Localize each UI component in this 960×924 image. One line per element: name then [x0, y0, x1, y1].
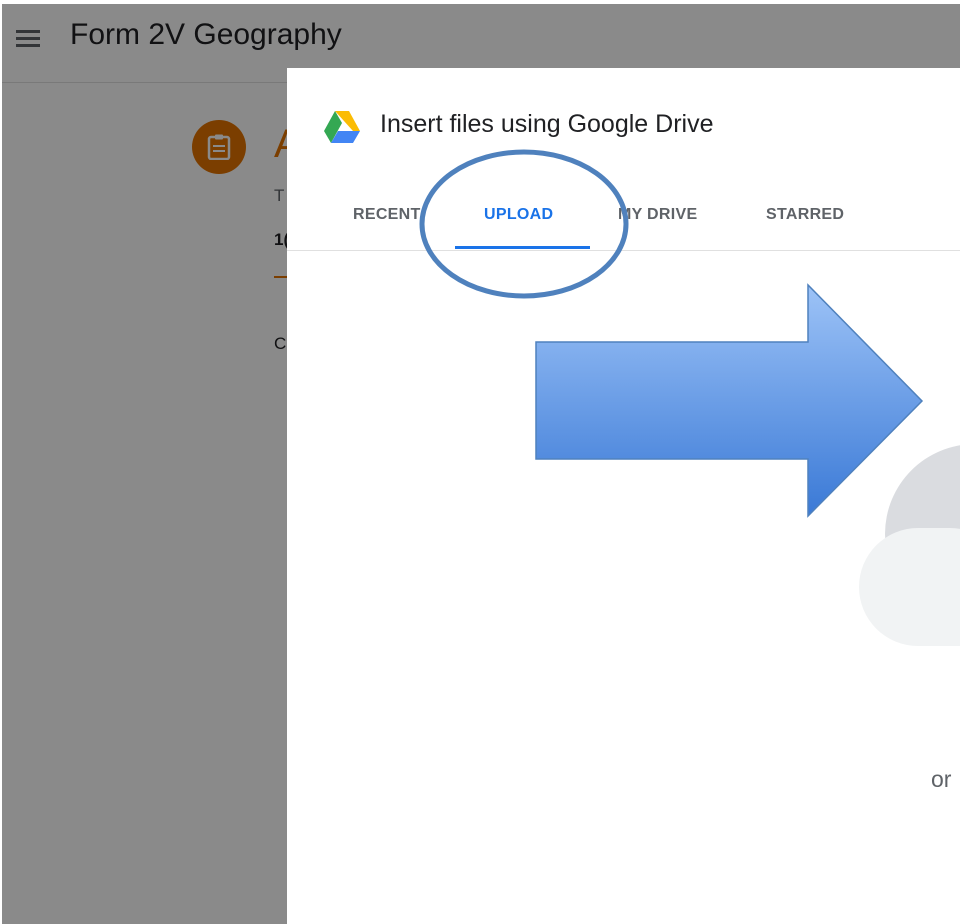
active-tab-indicator — [455, 246, 590, 249]
tab-recent[interactable]: RECENT — [353, 206, 421, 224]
dialog-tabs: RECENT UPLOAD MY DRIVE STARRED — [287, 188, 960, 251]
or-separator: or — [931, 766, 952, 792]
tab-starred[interactable]: STARRED — [766, 206, 844, 224]
insert-files-dialog: Insert files using Google Drive RECENT U… — [287, 68, 960, 924]
dialog-title: Insert files using Google Drive — [380, 110, 714, 138]
tab-upload[interactable]: UPLOAD — [484, 206, 553, 224]
google-drive-icon — [323, 110, 361, 149]
tab-my-drive[interactable]: MY DRIVE — [618, 206, 697, 224]
